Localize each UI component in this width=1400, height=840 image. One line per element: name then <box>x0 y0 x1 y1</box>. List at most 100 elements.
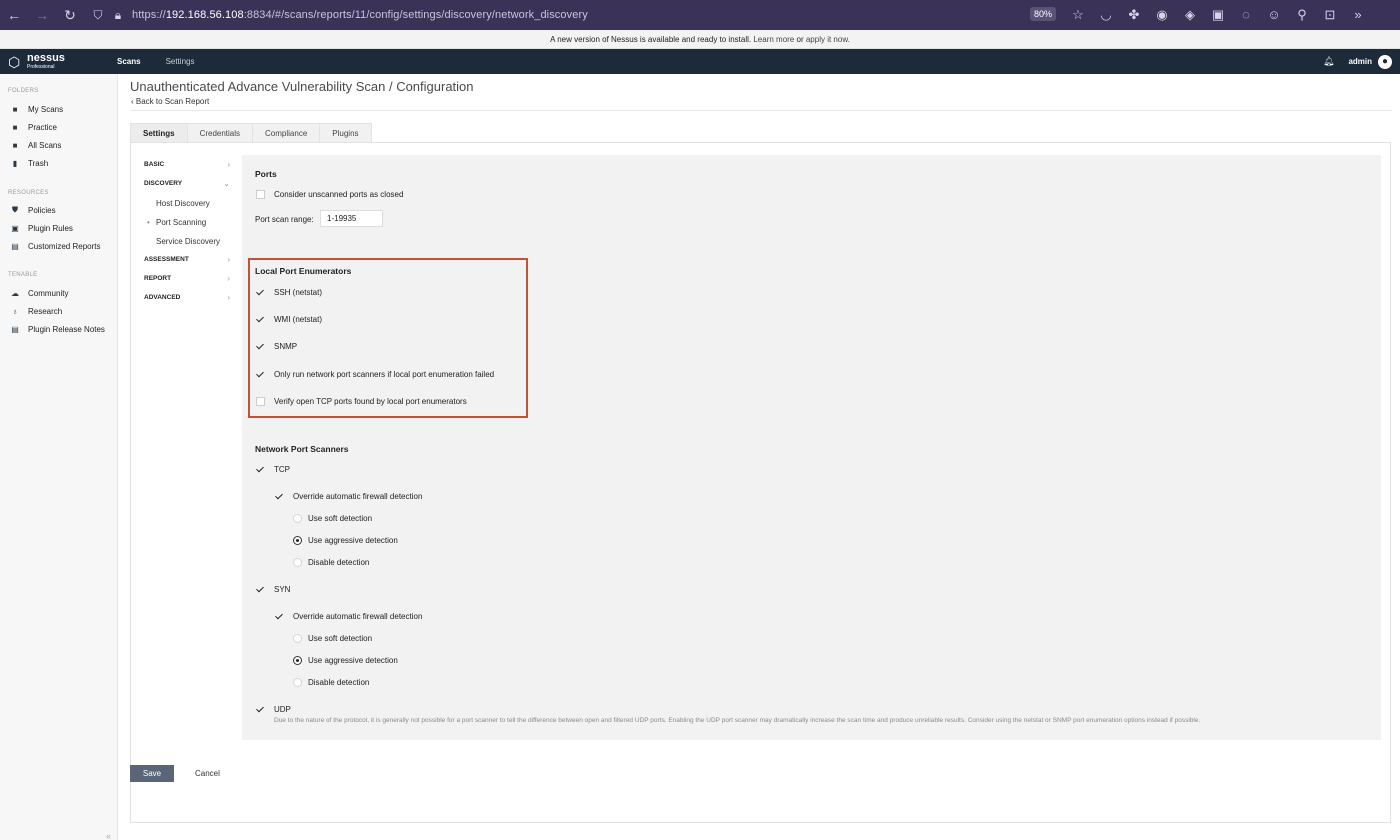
option-label: TCP <box>274 465 290 474</box>
checkbox-checked[interactable] <box>256 315 265 324</box>
option-udp[interactable]: UDP <box>256 705 291 714</box>
back-to-scan-report-link[interactable]: ‹ Back to Scan Report <box>131 97 209 106</box>
radio-syn-soft[interactable]: Use soft detection <box>293 634 372 643</box>
option-verify-open-tcp[interactable]: Verify open TCP ports found by local por… <box>256 397 467 406</box>
radio[interactable] <box>293 678 302 687</box>
option-label: Override automatic firewall detection <box>293 492 423 501</box>
option-snmp[interactable]: SNMP <box>256 342 297 351</box>
tab-plugins[interactable]: Plugins <box>319 123 372 142</box>
menu-assessment[interactable]: ASSESSMENT › <box>144 255 230 264</box>
checkbox-checked[interactable] <box>256 288 265 297</box>
option-tcp-override-firewall[interactable]: Override automatic firewall detection <box>275 492 422 501</box>
lock-icon[interactable]: 🔒︎ <box>108 8 128 23</box>
radio[interactable] <box>293 558 302 567</box>
port-range-input[interactable] <box>320 210 383 227</box>
option-label: Override automatic firewall detection <box>293 612 423 621</box>
shield-icon[interactable]: ⛉ <box>88 8 108 23</box>
collapse-sidebar-icon[interactable]: « <box>106 831 111 840</box>
title-divider <box>130 110 1392 111</box>
checkbox-checked[interactable] <box>256 585 265 594</box>
menu-basic[interactable]: BASIC › <box>144 160 230 169</box>
radio-selected[interactable] <box>293 656 302 665</box>
sidebar-item-practice[interactable]: ■ Practice <box>10 118 63 136</box>
radio[interactable] <box>293 514 302 523</box>
reload-icon[interactable]: ↻ <box>56 7 84 24</box>
bell-icon[interactable]: 🔔︎ <box>1323 56 1334 67</box>
sidebar-item-community[interactable]: ☁ Community <box>10 284 105 302</box>
sidebar-item-policies[interactable]: ⛊ Policies <box>10 201 100 219</box>
option-ssh-netstat[interactable]: SSH (netstat) <box>256 288 322 297</box>
sidebar-item-plugin-rules[interactable]: ▣ Plugin Rules <box>10 219 100 237</box>
option-syn[interactable]: SYN <box>256 585 290 594</box>
extension-icon[interactable]: ☺ <box>1260 5 1288 25</box>
user-name[interactable]: admin <box>1348 57 1372 66</box>
checkbox[interactable] <box>256 190 265 199</box>
checkbox-checked[interactable] <box>256 465 265 474</box>
save-button[interactable]: Save <box>130 765 174 782</box>
menu-service-discovery[interactable]: Service Discovery <box>156 237 220 246</box>
document-icon: ▤ <box>11 324 19 334</box>
sidebar-item-customized-reports[interactable]: ▤ Customized Reports <box>10 237 100 255</box>
menu-port-scanning[interactable]: Port Scanning <box>147 218 206 227</box>
sidebar: FOLDERS ■ My Scans ■ Practice ■ All Scans ▮… <box>0 74 118 840</box>
option-tcp[interactable]: TCP <box>256 465 290 474</box>
nessus-logo[interactable]: ⬡ nessus Professional <box>8 53 108 70</box>
tab-settings[interactable]: Settings <box>130 123 188 142</box>
checkbox-checked[interactable] <box>256 705 265 714</box>
menu-advanced[interactable]: ADVANCED › <box>144 293 230 302</box>
address-bar[interactable]: https://192.168.56.108:8834/#/scans/repo… <box>132 9 588 21</box>
sidebar-item-all-scans[interactable]: ■ All Scans <box>10 136 63 154</box>
radio-syn-aggressive[interactable]: Use aggressive detection <box>293 656 398 665</box>
checkbox-checked[interactable] <box>275 612 284 621</box>
cancel-button[interactable]: Cancel <box>195 765 220 782</box>
option-syn-override-firewall[interactable]: Override automatic firewall detection <box>275 612 422 621</box>
user-avatar-icon[interactable]: ● <box>1378 54 1392 69</box>
extension-icon[interactable]: ◉ <box>1148 5 1176 25</box>
extension-icon[interactable]: ◌ <box>1232 5 1260 25</box>
extension-icon[interactable]: ◈ <box>1176 5 1204 25</box>
option-wmi-netstat[interactable]: WMI (netstat) <box>256 315 322 324</box>
menu-discovery-label: DISCOVERY <box>144 180 183 187</box>
radio-selected[interactable] <box>293 536 302 545</box>
checkbox-checked[interactable] <box>256 370 265 379</box>
extension-icon[interactable]: ✤ <box>1120 5 1148 25</box>
menu-discovery[interactable]: DISCOVERY ⌄ <box>144 179 230 188</box>
tab-credentials[interactable]: Credentials <box>186 123 254 142</box>
radio-tcp-soft[interactable]: Use soft detection <box>293 514 372 523</box>
sidebar-item-research[interactable]: ♁ Research <box>10 302 105 320</box>
menu-host-discovery[interactable]: Host Discovery <box>156 199 210 208</box>
option-unscanned-closed[interactable]: Consider unscanned ports as closed <box>256 190 403 199</box>
checkbox-checked[interactable] <box>256 342 265 351</box>
apply-now-link[interactable]: apply it now. <box>806 35 850 44</box>
forward-arrow-icon[interactable]: → <box>28 7 56 23</box>
sidebar-item-my-scans[interactable]: ■ My Scans <box>10 100 64 118</box>
bookmark-star-icon[interactable]: ☆ <box>1064 5 1092 25</box>
zoom-badge[interactable]: 80% <box>1030 7 1057 21</box>
banner-or: or <box>796 35 804 44</box>
radio-syn-disable[interactable]: Disable detection <box>293 678 369 687</box>
pocket-icon[interactable]: ◡ <box>1092 5 1120 25</box>
back-arrow-icon[interactable]: ← <box>0 7 28 23</box>
checkbox-checked[interactable] <box>275 492 284 501</box>
sidebar-item-plugin-release-notes[interactable]: ▤ Plugin Release Notes <box>10 320 105 338</box>
sidebar-item-trash[interactable]: ▮ Trash <box>10 154 63 172</box>
option-only-run-if-failed[interactable]: Only run network port scanners if local … <box>256 370 494 379</box>
radio[interactable] <box>293 634 302 643</box>
menu-report[interactable]: REPORT › <box>144 274 230 283</box>
folder-icon: ■ <box>12 140 18 150</box>
nav-settings[interactable]: Settings <box>166 57 195 66</box>
radio-tcp-aggressive[interactable]: Use aggressive detection <box>293 536 398 545</box>
extension-icon[interactable]: ▣ <box>1204 5 1232 25</box>
radio-tcp-disable[interactable]: Disable detection <box>293 558 369 567</box>
nav-scans[interactable]: Scans <box>117 57 141 66</box>
settings-panel: BASIC › DISCOVERY ⌄ Host Discovery Port Sc… <box>130 142 1391 823</box>
tab-compliance[interactable]: Compliance <box>252 123 321 142</box>
url-prefix: https:// <box>132 9 166 21</box>
learn-more-link[interactable]: Learn more <box>753 35 794 44</box>
url-path: :8834/#/scans/reports/11/config/settings… <box>243 9 588 21</box>
chevron-right-icon: › <box>227 255 230 264</box>
checkbox[interactable] <box>256 397 265 406</box>
extension-icon[interactable]: ⚲ <box>1288 5 1316 25</box>
more-tools-icon[interactable]: » <box>1344 5 1372 25</box>
extension-icon[interactable]: ⊡ <box>1316 5 1344 25</box>
